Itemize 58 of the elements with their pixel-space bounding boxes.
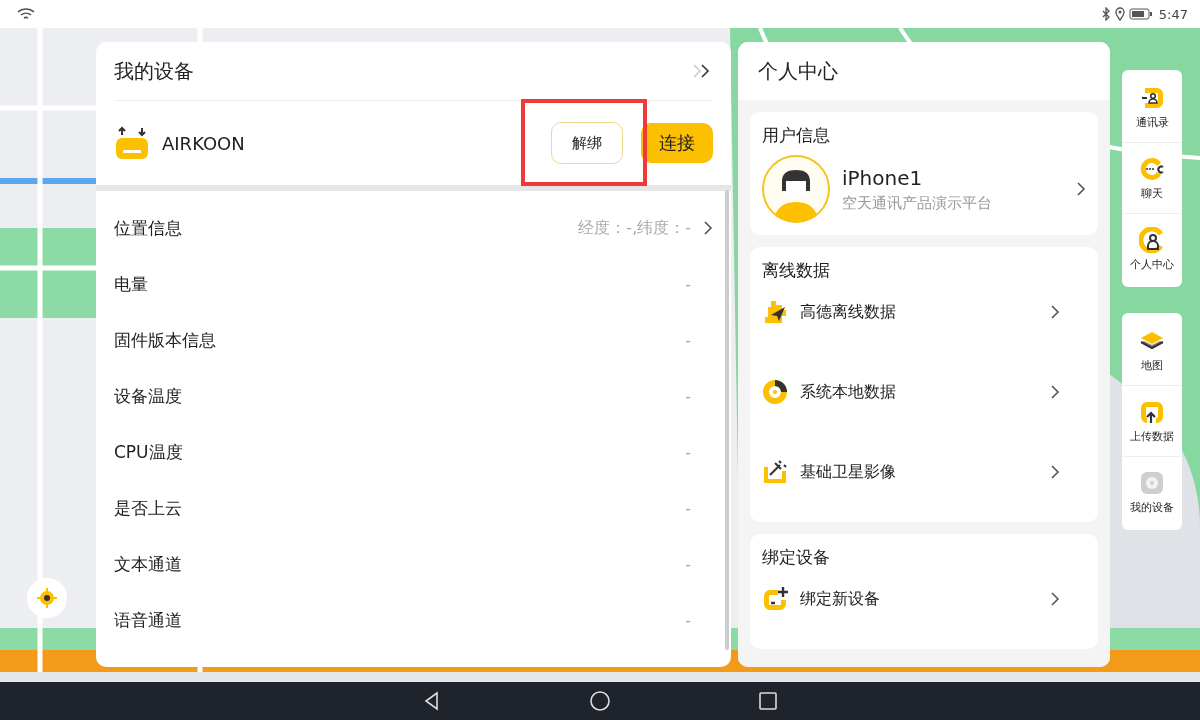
clock-time: 5:47 xyxy=(1158,6,1188,22)
row-value: - xyxy=(685,610,691,630)
unbind-button[interactable]: 解绑 xyxy=(551,122,623,164)
location-icon xyxy=(1114,7,1125,21)
satellite-icon xyxy=(762,459,788,485)
row-value: - xyxy=(685,386,691,406)
panel-title: 我的设备 xyxy=(114,57,194,85)
row-label: 语音通道 xyxy=(114,608,183,632)
row-value: - xyxy=(685,330,691,350)
row-value: - xyxy=(685,498,691,518)
toolbar-button[interactable]: 聊天 xyxy=(1122,143,1182,214)
chevron-icon xyxy=(1050,384,1060,400)
wifi-icon xyxy=(16,7,36,21)
add-device-icon xyxy=(762,586,788,612)
user-name: iPhone1 xyxy=(842,165,924,190)
chevron-icon xyxy=(1050,304,1060,320)
toolbar-button[interactable]: 地图 xyxy=(1122,315,1182,386)
person-icon xyxy=(1139,227,1165,253)
chat-icon xyxy=(1139,155,1165,182)
row-label: 电量 xyxy=(114,272,149,296)
chevron-icon xyxy=(1050,591,1060,607)
row-label: 是否上云 xyxy=(114,496,183,520)
battery-icon xyxy=(1128,8,1153,20)
user-subtitle: 空天通讯产品演示平台 xyxy=(842,193,993,213)
row-label: 设备温度 xyxy=(114,384,183,408)
device-icon xyxy=(1139,470,1165,496)
device-icon xyxy=(114,125,150,161)
row-label: 文本通道 xyxy=(114,552,183,576)
toolbar-button[interactable]: 我的设备 xyxy=(1122,457,1182,528)
recents-button[interactable] xyxy=(757,690,779,712)
chevron-icon[interactable] xyxy=(703,220,713,236)
avatar xyxy=(762,155,830,223)
card-heading: 用户信息 xyxy=(762,124,831,147)
row-value: 经度：-,纬度：- xyxy=(578,217,691,239)
menu-item[interactable]: 系统本地数据 xyxy=(762,352,1086,432)
gear-plane-icon xyxy=(762,299,788,325)
home-button[interactable] xyxy=(589,690,611,712)
card-heading: 离线数据 xyxy=(762,259,831,282)
chevron-icon xyxy=(1050,464,1060,480)
panel-title: 个人中心 xyxy=(758,57,838,85)
connect-button[interactable]: 连接 xyxy=(641,123,713,163)
row-label: 固件版本信息 xyxy=(114,328,217,352)
bluetooth-icon xyxy=(1100,7,1111,21)
chevron-icon[interactable] xyxy=(1076,181,1086,197)
row-label: 位置信息 xyxy=(114,216,183,240)
toolbar-button[interactable]: 通讯录 xyxy=(1122,72,1182,143)
disc-icon xyxy=(762,379,788,405)
device-name: AIRKOON xyxy=(162,132,246,154)
toolbar-button[interactable]: 上传数据 xyxy=(1122,386,1182,457)
row-value: - xyxy=(685,554,691,574)
row-value: - xyxy=(685,442,691,462)
row-value: - xyxy=(685,274,691,294)
menu-item[interactable]: 基础卫星影像 xyxy=(762,432,1086,512)
row-label: CPU温度 xyxy=(114,440,184,464)
card-heading: 绑定设备 xyxy=(762,546,831,569)
toolbar-button[interactable]: 个人中心 xyxy=(1122,214,1182,285)
scrollbar[interactable] xyxy=(725,190,729,650)
locate-icon xyxy=(35,586,59,610)
